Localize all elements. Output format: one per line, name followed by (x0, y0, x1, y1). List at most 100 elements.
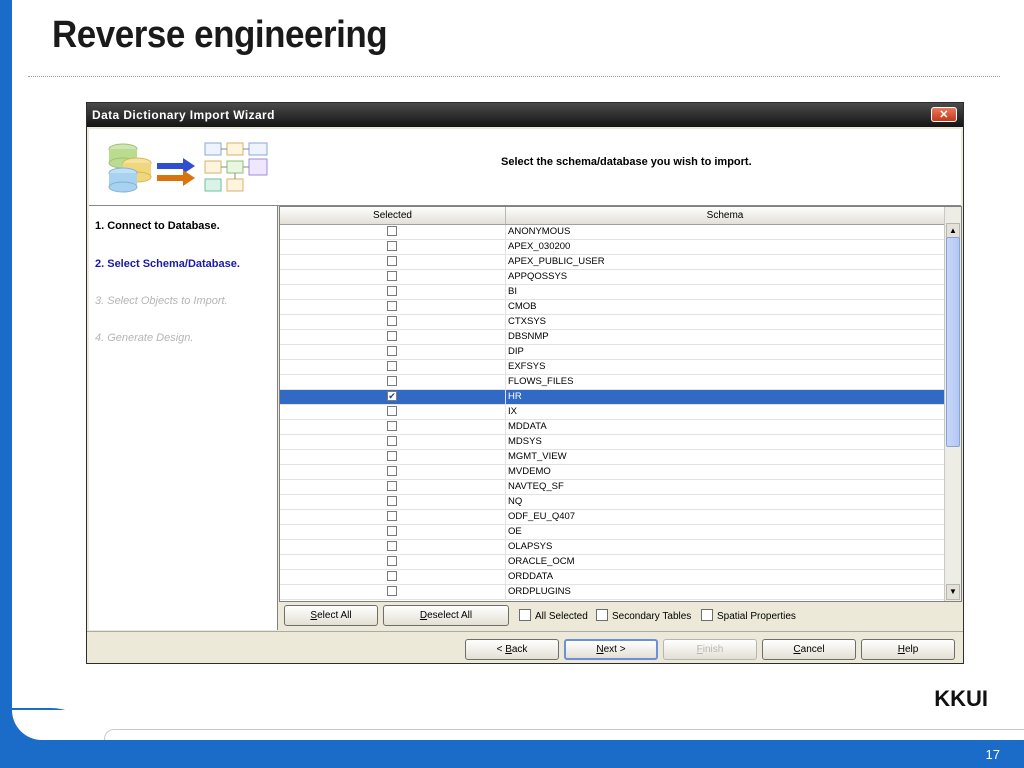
finish-button[interactable]: Finish (663, 639, 757, 660)
secondary-tables-checkbox[interactable] (596, 609, 608, 621)
checked-checkbox[interactable]: ✔ (387, 391, 397, 401)
table-row[interactable]: NAVTEQ_SF (280, 480, 945, 495)
step-connect-to-database: 1. Connect to Database. (95, 220, 220, 232)
table-row[interactable]: DBSNMP (280, 330, 945, 345)
row-checkbox[interactable] (387, 271, 397, 281)
table-row[interactable]: ORACLE_OCM (280, 555, 945, 570)
spatial-properties-checkbox[interactable] (701, 609, 713, 621)
column-header-schema[interactable]: Schema (506, 207, 945, 224)
table-row[interactable]: OLAPSYS (280, 540, 945, 555)
row-checkbox[interactable] (387, 346, 397, 356)
table-row[interactable]: DIP (280, 345, 945, 360)
window-titlebar[interactable]: Data Dictionary Import Wizard ✕ (87, 103, 963, 127)
row-checkbox[interactable] (387, 511, 397, 521)
column-header-selected[interactable]: Selected (280, 207, 506, 224)
row-checkbox[interactable] (387, 466, 397, 476)
import-wizard-window: Data Dictionary Import Wizard ✕ Select t… (86, 102, 964, 664)
selected-cell (280, 495, 506, 509)
scrollbar-thumb[interactable] (946, 237, 960, 447)
table-row[interactable]: NQ (280, 495, 945, 510)
selected-cell (280, 420, 506, 434)
row-checkbox[interactable] (387, 421, 397, 431)
cancel-button[interactable]: Cancel (762, 639, 856, 660)
brand-label: KKUI (934, 686, 988, 711)
title-divider (28, 76, 1000, 77)
row-checkbox[interactable] (387, 376, 397, 386)
row-checkbox[interactable] (387, 496, 397, 506)
step-select-schema: 2. Select Schema/Database. (95, 258, 240, 270)
table-row[interactable]: MVDEMO (280, 465, 945, 480)
table-row[interactable]: ANONYMOUS (280, 225, 945, 240)
table-row[interactable]: APEX_030200 (280, 240, 945, 255)
table-row[interactable]: EXFSYS (280, 360, 945, 375)
table-row[interactable]: BI (280, 285, 945, 300)
table-row[interactable]: FLOWS_FILES (280, 375, 945, 390)
page-number: 17 (985, 747, 1000, 762)
row-checkbox[interactable] (387, 226, 397, 236)
row-checkbox[interactable] (387, 361, 397, 371)
table-scrollbar[interactable]: ▲ ▼ (944, 207, 961, 601)
row-checkbox[interactable] (387, 406, 397, 416)
select-all-button[interactable]: Select All (284, 605, 378, 626)
row-checkbox[interactable] (387, 286, 397, 296)
table-row[interactable]: ORDPLUGINS (280, 585, 945, 600)
row-checkbox[interactable] (387, 256, 397, 266)
schema-name: ODF_EU_Q407 (508, 511, 576, 522)
schema-name: APEX_030200 (508, 241, 571, 252)
row-checkbox[interactable] (387, 526, 397, 536)
table-row[interactable]: OE (280, 525, 945, 540)
selected-cell (280, 375, 506, 389)
table-row[interactable]: ORDDATA (280, 570, 945, 585)
schema-name: DIP (508, 346, 524, 357)
selected-cell (280, 540, 506, 554)
row-checkbox[interactable] (387, 571, 397, 581)
step-select-objects: 3. Select Objects to Import. (95, 295, 228, 307)
table-row[interactable]: MGMT_VIEW (280, 450, 945, 465)
selected-cell (280, 510, 506, 524)
row-checkbox[interactable] (387, 301, 397, 311)
selected-cell (280, 330, 506, 344)
deselect-all-button[interactable]: Deselect All (383, 605, 509, 626)
row-checkbox[interactable] (387, 436, 397, 446)
table-row[interactable]: APEX_PUBLIC_USER (280, 255, 945, 270)
table-row[interactable]: ✔ HR (280, 390, 945, 405)
selected-cell (280, 360, 506, 374)
slide-left-accent-bar (0, 0, 12, 768)
schema-name: APPQOSSYS (508, 271, 568, 282)
scroll-down-icon[interactable]: ▼ (946, 584, 960, 600)
row-checkbox[interactable] (387, 451, 397, 461)
table-row[interactable]: MDSYS (280, 435, 945, 450)
next-button[interactable]: Next > (564, 639, 658, 660)
schema-name: HR (508, 391, 522, 402)
step-generate-design: 4. Generate Design. (95, 332, 194, 344)
table-row[interactable]: ODF_EU_Q407 (280, 510, 945, 525)
selected-cell (280, 225, 506, 239)
row-checkbox[interactable] (387, 556, 397, 566)
row-checkbox[interactable] (387, 316, 397, 326)
slide-footer-line (104, 729, 1024, 740)
row-checkbox[interactable] (387, 241, 397, 251)
schema-name: MVDEMO (508, 466, 551, 477)
row-checkbox[interactable] (387, 541, 397, 551)
selected-cell (280, 270, 506, 284)
table-row[interactable]: MDDATA (280, 420, 945, 435)
close-icon[interactable]: ✕ (931, 107, 957, 122)
help-button[interactable]: Help (861, 639, 955, 660)
table-row[interactable]: CMOB (280, 300, 945, 315)
table-row[interactable]: CTXSYS (280, 315, 945, 330)
selected-cell (280, 450, 506, 464)
schema-name: BI (508, 286, 517, 297)
row-checkbox[interactable] (387, 331, 397, 341)
back-button[interactable]: < Back (465, 639, 559, 660)
row-checkbox[interactable] (387, 481, 397, 491)
table-row[interactable]: IX (280, 405, 945, 420)
schema-name: IX (508, 406, 517, 417)
selection-toolbar: Select All Deselect All All Selected Sec… (279, 603, 962, 629)
row-checkbox[interactable] (387, 586, 397, 596)
schema-name: MDSYS (508, 436, 542, 447)
all-selected-checkbox[interactable] (519, 609, 531, 621)
selected-cell (280, 555, 506, 569)
table-header: Selected Schema (280, 207, 945, 225)
table-row[interactable]: APPQOSSYS (280, 270, 945, 285)
selected-cell (280, 405, 506, 419)
